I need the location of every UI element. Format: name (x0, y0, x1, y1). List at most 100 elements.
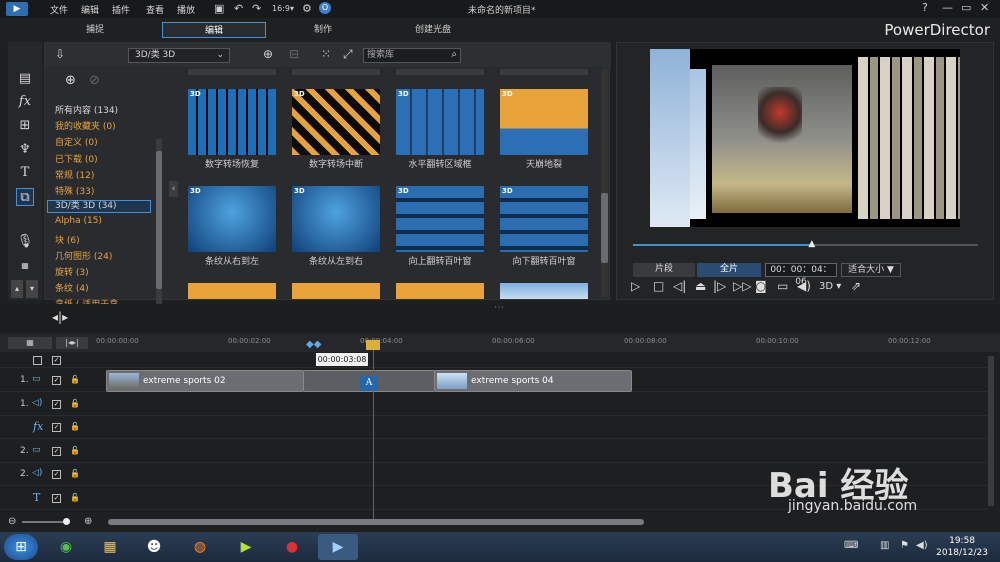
all-tracks-check[interactable]: ✓ (52, 356, 61, 365)
tab-produce[interactable]: 制作 (288, 22, 358, 38)
add-favorite-icon[interactable]: ⊕ (65, 73, 76, 88)
minimize-button[interactable]: — (942, 1, 953, 14)
lock-icon[interactable]: 🔓 (70, 375, 80, 384)
transition-thumbnail[interactable] (292, 283, 380, 299)
zoom-in-icon[interactable]: ⊕ (84, 516, 92, 527)
category-scroll-thumb[interactable] (156, 151, 162, 289)
zoom-slider-knob[interactable] (63, 518, 70, 525)
transition-thumbnail[interactable] (396, 283, 484, 299)
timeline-vertical-scrollbar[interactable] (988, 356, 994, 506)
grid-view-icon[interactable]: ⁙ (321, 47, 331, 61)
taskbar-app-360-icon[interactable]: ◉ (46, 534, 86, 560)
subtitle-room-icon[interactable]: ▦ (16, 257, 34, 275)
menu-play[interactable]: 播放 (177, 3, 195, 16)
category-item[interactable]: 几何图形 (24) (55, 249, 112, 262)
all-tracks-toggle[interactable] (33, 356, 42, 365)
menu-view[interactable]: 查看 (146, 3, 164, 16)
mode-3d-button[interactable]: 3D ▾ (819, 281, 841, 292)
menu-plugins[interactable]: 插件 (112, 3, 130, 16)
transition-thumbnail[interactable]: 3D (500, 89, 588, 155)
menu-edit[interactable]: 编辑 (81, 3, 99, 16)
fit-size-dropdown[interactable]: 适合大小 ▼ (841, 263, 901, 277)
timeline-ruler[interactable]: ▦ |◂▸| 00:00:00:00 00:00:02:00 00:00:04:00… (0, 334, 1000, 352)
in-out-marker[interactable] (366, 340, 380, 350)
fx-room-icon[interactable]: fx (16, 93, 34, 111)
settings-icon[interactable]: ⚙ (302, 2, 312, 15)
track-enable-checkbox[interactable]: ✓ (52, 446, 61, 456)
track-manager-icon[interactable]: ▦ (8, 337, 52, 349)
transition-thumbnail[interactable]: 3D (292, 89, 380, 155)
tray-volume-icon[interactable]: ◀) (916, 540, 928, 551)
transition-thumbnail[interactable] (500, 283, 588, 299)
taskbar-media-icon[interactable]: ▶ (226, 534, 266, 560)
voice-over-icon[interactable]: 🎙 (16, 233, 34, 251)
tray-flag-icon[interactable]: ⚑ (900, 540, 909, 551)
title-room-icon[interactable]: T (16, 164, 34, 182)
aspect-ratio-icon[interactable]: 16:9▾ (272, 4, 294, 13)
transition-room-icon[interactable]: ⧉ (16, 188, 34, 206)
pip-room-icon[interactable]: ⊞ (16, 117, 34, 135)
add-to-timeline-icon[interactable]: ⊕ (263, 47, 273, 61)
category-item[interactable]: 所有内容 (134) (55, 103, 118, 116)
track-enable-checkbox[interactable]: ✓ (52, 493, 61, 503)
lock-icon[interactable]: 🔓 (70, 446, 80, 455)
zoom-out-icon[interactable]: ⊖ (8, 516, 16, 527)
collapse-up-icon[interactable]: ▴ (11, 280, 23, 298)
category-item[interactable]: 已下载 (0) (55, 152, 98, 165)
volume-icon[interactable]: ◀) (797, 279, 811, 293)
maximize-button[interactable]: ▭ (961, 1, 971, 14)
lock-icon[interactable]: 🔓 (70, 469, 80, 478)
lock-icon[interactable]: 🔓 (70, 493, 80, 502)
undo-icon[interactable]: ↶ (234, 2, 243, 15)
taskbar-qq-icon[interactable]: ☻ (134, 534, 174, 560)
tab-create-disc[interactable]: 创建光盘 (398, 22, 468, 38)
media-room-icon[interactable]: ▤ (16, 70, 34, 88)
playhead-marker-icon[interactable]: ◆◆ (306, 339, 321, 350)
video-clip-1[interactable]: extreme sports 02 (106, 370, 304, 392)
transition-thumbnail[interactable]: 3D (396, 89, 484, 155)
play-icon[interactable]: ▷ (631, 279, 640, 293)
category-item[interactable]: 自定义 (0) (55, 135, 98, 148)
category-item[interactable]: 块 (6) (55, 233, 80, 246)
category-item[interactable]: 常规 (12) (55, 168, 94, 181)
search-input[interactable]: 搜索库 ⌕ (363, 48, 461, 63)
track-enable-checkbox[interactable]: ✓ (52, 376, 61, 385)
taskbar-record-icon[interactable]: ● (272, 534, 312, 560)
previous-frame-icon[interactable]: ◁| (673, 279, 686, 293)
category-item[interactable]: 旋转 (3) (55, 265, 89, 278)
lock-icon[interactable]: 🔓 (70, 422, 80, 431)
snapshot-icon[interactable]: ◙ (755, 279, 767, 293)
preview-progress-knob[interactable]: ▲ (808, 239, 815, 249)
transition-thumbnail[interactable]: 3D (188, 89, 276, 155)
import-icon[interactable]: ⇩ (55, 47, 65, 61)
movie-mode-button[interactable]: 全片 (697, 263, 761, 277)
start-button[interactable]: ⊞ (4, 534, 38, 560)
transition-thumbnail[interactable] (188, 283, 276, 299)
fit-timeline-icon[interactable]: ◂|▸ (52, 310, 68, 324)
fast-forward-icon[interactable]: ▷▷ (733, 279, 751, 293)
particle-room-icon[interactable]: ♆ (16, 141, 34, 159)
close-button[interactable]: ✕ (980, 1, 989, 14)
taskbar-clock[interactable]: 19:58 2018/12/23 (936, 535, 988, 559)
track-enable-checkbox[interactable]: ✓ (52, 470, 61, 479)
track-enable-checkbox[interactable]: ✓ (52, 399, 61, 409)
category-item[interactable]: 我的收藏夹 (0) (55, 119, 116, 132)
redo-icon[interactable]: ↷ (252, 2, 261, 15)
tab-capture[interactable]: 捕捉 (60, 22, 130, 38)
clip-mode-button[interactable]: 片段 (633, 263, 695, 277)
grid-scroll-thumb[interactable] (601, 193, 608, 263)
collapse-down-icon[interactable]: ▾ (26, 280, 38, 298)
stop-icon[interactable]: □ (653, 279, 664, 293)
transition-thumbnail[interactable]: 3D (396, 186, 484, 252)
lock-icon[interactable]: 🔓 (70, 399, 80, 408)
playhead-line[interactable] (373, 342, 374, 520)
category-item[interactable]: 条纹 (4) (55, 281, 89, 294)
transition-thumbnail[interactable]: 3D (292, 186, 380, 252)
transition-thumbnail[interactable]: 3D (188, 186, 276, 252)
next-frame-icon[interactable]: |▷ (713, 279, 726, 293)
taskbar-explorer-icon[interactable]: ▦ (90, 534, 130, 560)
resize-grip-icon[interactable]: ⋯ (494, 302, 504, 313)
transition-thumbnail[interactable]: 3D (500, 186, 588, 252)
menu-file[interactable]: 文件 (50, 3, 68, 16)
category-item[interactable]: Alpha (15) (55, 216, 102, 226)
